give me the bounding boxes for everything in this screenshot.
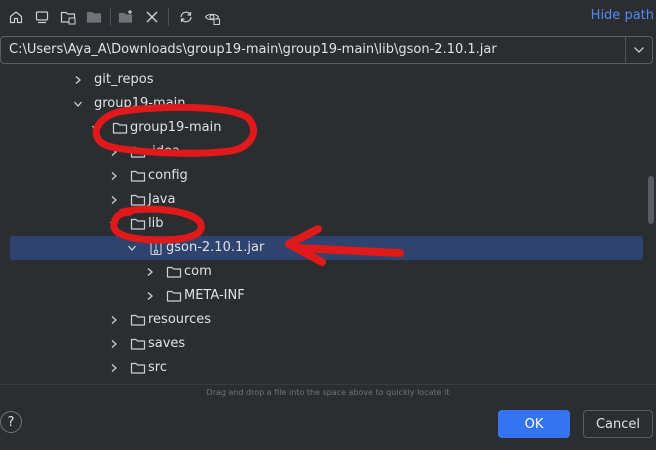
chevron-right-icon[interactable] [71,73,85,87]
refresh-icon[interactable] [176,7,196,27]
tree-row[interactable]: group19-main [0,116,656,140]
new-folder-icon[interactable] [116,7,136,27]
folder-icon [166,264,182,280]
tree-row[interactable]: group19-main [0,92,656,116]
chevron-right-icon[interactable] [107,193,121,207]
toolbar-separator [168,8,169,26]
chevron-right-icon[interactable] [107,337,121,351]
project-folder-icon[interactable] [58,7,78,27]
chevron-right-icon[interactable] [107,361,121,375]
chevron-right-icon[interactable] [107,169,121,183]
tree-row-label: gson-2.10.1.jar [166,240,265,255]
tree-row-label: lib [148,216,164,231]
tree-row-label: com [184,264,212,279]
folder-icon [112,120,128,136]
toolbar: Hide path [0,0,656,34]
tree-row[interactable]: .idea [0,140,656,164]
chevron-right-icon[interactable] [143,289,157,303]
tree-row-label: Java [148,192,176,207]
help-button[interactable]: ? [0,411,22,433]
tree-row[interactable]: resources [0,308,656,332]
tree-row[interactable]: gson-2.10.1.jar [0,236,656,260]
folder-icon [130,336,146,352]
tree-row-label: config [148,168,188,183]
folder-icon [166,288,182,304]
tree-row[interactable]: saves [0,332,656,356]
tree-row-label: .idea [148,144,180,159]
folder-icon [130,312,146,328]
chevron-down-icon[interactable] [71,97,85,111]
tree-row[interactable]: config [0,164,656,188]
file-tree[interactable]: git_repos group19-main group19-main .idea co… [0,68,656,384]
divider [0,384,656,385]
folder-icon [130,168,146,184]
path-field[interactable]: C:\Users\Aya_A\Downloads\group19-main\gr… [0,36,653,64]
chevron-down-icon[interactable] [89,121,103,135]
chevron-right-icon[interactable] [107,313,121,327]
home-icon[interactable] [6,7,26,27]
delete-icon[interactable] [142,7,162,27]
folder-icon [130,144,146,160]
tree-row[interactable]: lib [0,212,656,236]
vertical-scrollbar[interactable] [648,176,654,224]
path-value[interactable]: C:\Users\Aya_A\Downloads\group19-main\gr… [9,42,497,57]
tree-row-label: group19-main [130,120,222,135]
tree-row[interactable]: git_repos [0,68,656,92]
tree-row-label: src [148,360,167,375]
jar-icon [148,240,164,256]
path-divider [625,37,626,63]
chevron-down-icon[interactable] [107,217,121,231]
selection-highlight [10,236,643,260]
tree-row[interactable]: com [0,260,656,284]
tree-row-label: META-INF [184,288,245,303]
show-hidden-icon[interactable] [202,7,222,27]
ok-button[interactable]: OK [498,410,570,438]
folder-icon [130,216,146,232]
tree-row-label: saves [148,336,186,351]
tree-row-label: group19-main [94,96,186,111]
hide-path-link[interactable]: Hide path [591,8,654,23]
tree-row-label: git_repos [94,72,154,87]
chevron-down-icon[interactable] [125,241,139,255]
module-folder-icon[interactable] [84,7,104,27]
desktop-icon[interactable] [32,7,52,27]
folder-icon [130,360,146,376]
chevron-right-icon[interactable] [143,265,157,279]
toolbar-separator [110,8,111,26]
tree-row-label: resources [148,312,212,327]
tree-row[interactable]: META-INF [0,284,656,308]
tree-row[interactable]: src [0,356,656,380]
drag-drop-hint: Drag and drop a file into the space abov… [206,388,450,397]
tree-row[interactable]: Java [0,188,656,212]
folder-icon [130,192,146,208]
chevron-right-icon[interactable] [107,145,121,159]
chevron-down-icon[interactable] [630,42,648,58]
cancel-button[interactable]: Cancel [583,410,653,438]
file-chooser-dialog: Hide path C:\Users\Aya_A\Downloads\group… [0,0,656,450]
